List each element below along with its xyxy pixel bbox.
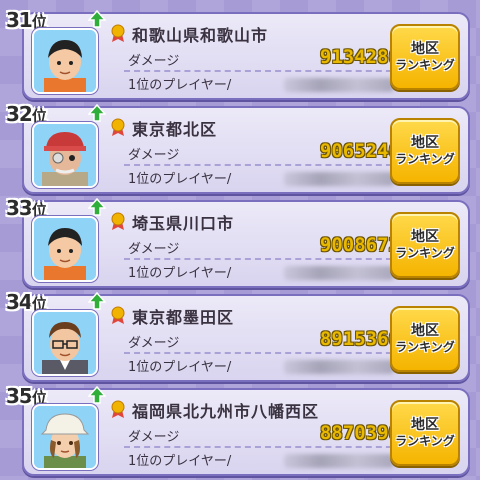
blurred-player-name — [284, 266, 394, 280]
region-name: 和歌山県和歌山市 — [132, 26, 269, 45]
divider — [124, 70, 402, 72]
player-avatar — [32, 310, 98, 376]
entry-info: 福岡県北九州市八幡西区 ダメージ 8870390 1位のプレイヤー/ — [106, 394, 406, 470]
rank-up-arrow-icon — [88, 104, 106, 122]
button-label-line2: ランキング — [395, 340, 455, 354]
button-label-line2: ランキング — [395, 58, 455, 72]
district-ranking-button[interactable]: 地区 ランキング — [390, 212, 460, 278]
top-player-label: 1位のプレイヤー/ — [128, 360, 232, 375]
button-label-line1: 地区 — [411, 135, 439, 151]
button-label-line1: 地区 — [411, 323, 439, 339]
rank-up-arrow-icon — [88, 198, 106, 216]
avatar-boy-icon — [34, 218, 96, 280]
top-player-label: 1位のプレイヤー/ — [128, 172, 232, 187]
button-label-line1: 地区 — [411, 229, 439, 245]
rank-up-arrow-icon — [88, 10, 106, 28]
entry-info: 埼玉県川口市 ダメージ 9008672 1位のプレイヤー/ — [106, 206, 406, 282]
button-label-line1: 地区 — [411, 417, 439, 433]
top-player-label: 1位のプレイヤー/ — [128, 78, 232, 93]
player-avatar — [32, 216, 98, 282]
region-name: 埼玉県川口市 — [132, 214, 235, 233]
medal-icon — [111, 400, 125, 418]
damage-label: ダメージ — [128, 148, 180, 163]
district-ranking-button[interactable]: 地区 ランキング — [390, 400, 460, 466]
button-label-line1: 地区 — [411, 41, 439, 57]
rank-value: 33 — [6, 196, 33, 220]
entry-info: 和歌山県和歌山市 ダメージ 9134286 1位のプレイヤー/ — [106, 18, 406, 94]
damage-label: ダメージ — [128, 54, 180, 69]
damage-value: 8915366 — [319, 328, 400, 350]
damage-value: 9134286 — [319, 46, 400, 68]
ranking-list: 31位 和歌山県和歌山市 ダメージ 9134286 1位のプレイヤー/ 地区 ラ… — [0, 0, 480, 480]
divider — [124, 164, 402, 166]
player-avatar — [32, 404, 98, 470]
damage-value: 9065246 — [319, 140, 400, 162]
rank-value: 35 — [6, 384, 33, 408]
top-player-label: 1位のプレイヤー/ — [128, 266, 232, 281]
region-name: 東京都北区 — [132, 120, 218, 139]
player-avatar — [32, 122, 98, 188]
district-ranking-button[interactable]: 地区 ランキング — [390, 24, 460, 90]
medal-icon — [111, 118, 125, 136]
entry-info: 東京都北区 ダメージ 9065246 1位のプレイヤー/ — [106, 112, 406, 188]
button-label-line2: ランキング — [395, 434, 455, 448]
region-name: 東京都墨田区 — [132, 308, 235, 327]
damage-value: 8870390 — [319, 422, 400, 444]
ranking-entry: 34位 東京都墨田区 ダメージ 8915366 1位のプレイヤー/ 地区 ランキ… — [6, 290, 470, 382]
medal-icon — [111, 306, 125, 324]
divider — [124, 446, 402, 448]
avatar-man-glasses-icon — [34, 312, 96, 374]
ranking-entry: 35位 福岡県北九州市八幡西区 ダメージ 8870390 1位のプレイヤー/ 地… — [6, 384, 470, 476]
blurred-player-name — [284, 78, 394, 92]
blurred-player-name — [284, 454, 394, 468]
blurred-player-name — [284, 172, 394, 186]
rank-value: 31 — [6, 8, 33, 32]
medal-icon — [111, 24, 125, 42]
damage-label: ダメージ — [128, 242, 180, 257]
damage-label: ダメージ — [128, 430, 180, 445]
blurred-player-name — [284, 360, 394, 374]
ranking-entry: 32位 東京都北区 ダメージ 9065246 1位のプレイヤー/ 地区 ランキン… — [6, 102, 470, 194]
entry-info: 東京都墨田区 ダメージ 8915366 1位のプレイヤー/ — [106, 300, 406, 376]
rank-value: 32 — [6, 102, 33, 126]
rank-value: 34 — [6, 290, 33, 314]
avatar-girl-hat-icon — [34, 406, 96, 468]
button-label-line2: ランキング — [395, 246, 455, 260]
avatar-boy-icon — [34, 30, 96, 92]
district-ranking-button[interactable]: 地区 ランキング — [390, 118, 460, 184]
damage-value: 9008672 — [319, 234, 400, 256]
player-avatar — [32, 28, 98, 94]
avatar-old-man-icon — [34, 124, 96, 186]
rank-up-arrow-icon — [88, 292, 106, 310]
medal-icon — [111, 212, 125, 230]
divider — [124, 352, 402, 354]
district-ranking-button[interactable]: 地区 ランキング — [390, 306, 460, 372]
region-name: 福岡県北九州市八幡西区 — [132, 402, 320, 421]
damage-label: ダメージ — [128, 336, 180, 351]
top-player-label: 1位のプレイヤー/ — [128, 454, 232, 469]
divider — [124, 258, 402, 260]
ranking-entry: 31位 和歌山県和歌山市 ダメージ 9134286 1位のプレイヤー/ 地区 ラ… — [6, 8, 470, 100]
rank-up-arrow-icon — [88, 386, 106, 404]
button-label-line2: ランキング — [395, 152, 455, 166]
ranking-entry: 33位 埼玉県川口市 ダメージ 9008672 1位のプレイヤー/ 地区 ランキ… — [6, 196, 470, 288]
